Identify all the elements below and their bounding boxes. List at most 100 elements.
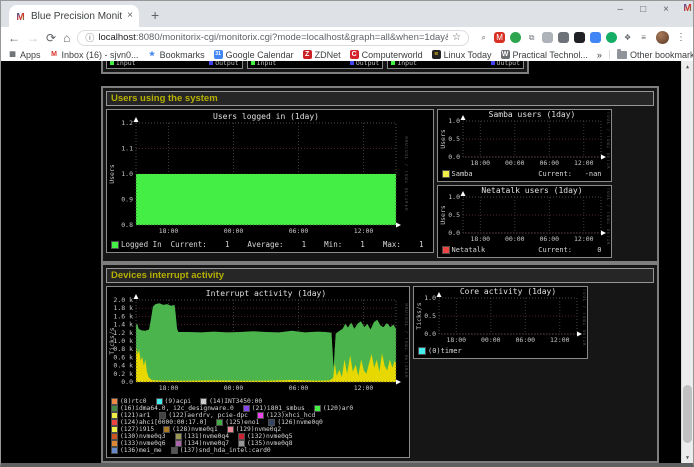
extension-icons: ⌕ M ⧉ ❖ ≡ bbox=[478, 32, 649, 43]
back-icon[interactable]: ← bbox=[8, 32, 20, 44]
bookmark-item[interactable]: MInbox (16) - sjvn0... bbox=[50, 50, 139, 60]
legend-item: (136)mei_me bbox=[112, 447, 162, 454]
bookmark-star-icon[interactable]: ☆ bbox=[452, 32, 461, 43]
url-text[interactable]: localhost:8080/monitorix-cgi/monitorix.c… bbox=[98, 32, 448, 43]
svg-text:00:00: 00:00 bbox=[481, 336, 501, 344]
other-bookmarks-button[interactable]: Other bookmarks bbox=[617, 50, 693, 60]
svg-text:1.0: 1.0 bbox=[448, 117, 460, 125]
legend-item: (124)ahci[0000:00:17.0] bbox=[112, 419, 207, 426]
globe-extension-icon[interactable] bbox=[510, 32, 521, 43]
svg-text:06:00: 06:00 bbox=[539, 159, 559, 167]
gmail-extension-icon[interactable]: M bbox=[494, 32, 505, 43]
minimize-button[interactable]: – bbox=[618, 4, 624, 15]
legend-item: Netatalk bbox=[443, 246, 486, 254]
tab-close-icon[interactable]: × bbox=[127, 11, 133, 21]
interrupt-activity-graph[interactable]: 2.0 k1.8 k1.6 k1.4 k1.2 k1.0 k0.8 k0.6 k… bbox=[106, 286, 410, 458]
samba-graph-legend: SambaCurrent: -nan bbox=[439, 169, 610, 180]
site-info-icon[interactable]: ⓘ bbox=[85, 31, 94, 44]
browser-tab[interactable]: M Blue Precision Monitorix × bbox=[9, 5, 139, 27]
bookmark-item[interactable]: CComputerworld bbox=[350, 50, 423, 60]
forward-icon[interactable]: → bbox=[27, 32, 39, 44]
svg-text:0.8 k: 0.8 k bbox=[113, 345, 133, 353]
calendar-icon: 31 bbox=[214, 50, 223, 59]
page-scrollbar[interactable]: ▲ ▼ bbox=[681, 61, 693, 463]
core-activity-graph[interactable]: 0.00.51.018:0000:0006:0012:00Core activi… bbox=[413, 286, 588, 359]
home-icon[interactable]: ⌂ bbox=[63, 32, 70, 44]
section-interrupts: Devices interrupt activity 2.0 k1.8 k1.6… bbox=[101, 263, 659, 463]
netatalk-users-graph[interactable]: 0.00.51.018:0000:0006:0012:00Netatalk us… bbox=[437, 185, 612, 258]
svg-text:RRDTOOL / TOBI OETIKER: RRDTOOL / TOBI OETIKER bbox=[404, 137, 408, 212]
users-logged-in-graph[interactable]: 0.80.91.01.11.218:0000:0006:0012:00Users… bbox=[106, 109, 434, 253]
close-button[interactable]: × bbox=[663, 4, 669, 15]
svg-text:12:00: 12:00 bbox=[574, 159, 594, 167]
copy-extension-icon[interactable]: ⧉ bbox=[526, 32, 537, 43]
svg-text:1.0: 1.0 bbox=[424, 294, 436, 302]
interrupt-graph-legend: (8)rtc0(9)acpi(14)INT3450:00(16)idma64.0… bbox=[108, 396, 408, 456]
svg-text:2.0 k: 2.0 k bbox=[113, 296, 133, 304]
bookmark-item[interactable]: ▦Apps bbox=[8, 50, 41, 60]
grey-extension-icon[interactable] bbox=[542, 32, 553, 43]
puzzle-extensions-icon[interactable]: ❖ bbox=[622, 32, 633, 43]
svg-text:0.4 k: 0.4 k bbox=[113, 362, 133, 370]
svg-text:M: M bbox=[16, 12, 24, 22]
svg-text:0.8: 0.8 bbox=[121, 221, 133, 229]
section-title: Devices interrupt activity bbox=[106, 268, 654, 283]
tab-title: Blue Precision Monitorix bbox=[31, 11, 122, 22]
svg-text:Ticks/s: Ticks/s bbox=[108, 327, 116, 354]
svg-text:RRDTOOL / TOBI OETIKER: RRDTOOL / TOBI OETIKER bbox=[606, 187, 610, 245]
svg-text:12:00: 12:00 bbox=[574, 235, 594, 243]
svg-text:0.5: 0.5 bbox=[448, 135, 460, 143]
legend-item: (127)i915 bbox=[112, 426, 154, 433]
svg-text:00:00: 00:00 bbox=[505, 159, 525, 167]
monitorix-corner-logo-icon: M bbox=[682, 2, 693, 13]
network-graph-cutoff[interactable]: InputOutput bbox=[106, 61, 243, 69]
zdnet-icon: Z bbox=[303, 50, 312, 59]
list-extension-icon[interactable]: ≡ bbox=[638, 32, 649, 43]
network-graph-cutoff[interactable]: InputOutput bbox=[387, 61, 524, 69]
green-circle-extension-icon[interactable] bbox=[606, 32, 617, 43]
browser-window: M Blue Precision Monitorix × + – □ × M ←… bbox=[0, 0, 694, 467]
legend-item: (122)aerdrv, pcie-dpc bbox=[160, 412, 248, 419]
bookmark-item[interactable]: 31Google Calendar bbox=[214, 50, 294, 60]
legend-item: (130)nvme0q3 bbox=[112, 433, 166, 440]
bookmarks-overflow-chevron[interactable]: » bbox=[597, 50, 602, 60]
network-graph-cutoff[interactable]: InputOutput bbox=[247, 61, 384, 69]
scroll-up-icon[interactable]: ▲ bbox=[682, 61, 693, 72]
samba-users-graph[interactable]: 0.00.51.018:0000:0006:0012:00Samba users… bbox=[437, 109, 612, 182]
svg-text:18:00: 18:00 bbox=[159, 227, 179, 235]
legend-item: (134)nvme0q7 bbox=[176, 440, 230, 447]
svg-text:0.6 k: 0.6 k bbox=[113, 353, 133, 361]
profile-avatar[interactable] bbox=[656, 31, 669, 44]
bookmark-item[interactable]: ≡Linux Today bbox=[432, 50, 492, 60]
maximize-button[interactable]: □ bbox=[640, 4, 646, 15]
apps-grid-icon: ▦ bbox=[8, 50, 17, 59]
svg-text:1.2 k: 1.2 k bbox=[113, 329, 133, 337]
address-bar[interactable]: ⓘ localhost:8080/monitorix-cgi/monitorix… bbox=[77, 30, 469, 46]
linuxtoday-icon: ≡ bbox=[432, 50, 441, 59]
blue-extension-icon[interactable] bbox=[590, 32, 601, 43]
svg-text:1.8 k: 1.8 k bbox=[113, 304, 133, 312]
browser-toolbar: ← → ⟳ ⌂ ⓘ localhost:8080/monitorix-cgi/m… bbox=[1, 27, 693, 48]
svg-text:06:00: 06:00 bbox=[516, 336, 536, 344]
browser-menu-icon[interactable]: ⋮ bbox=[676, 32, 686, 43]
tab-strip: M Blue Precision Monitorix × + – □ × M bbox=[1, 1, 693, 27]
svg-text:12:00: 12:00 bbox=[550, 336, 570, 344]
svg-text:RRDTOOL / TOBI OETIKER: RRDTOOL / TOBI OETIKER bbox=[404, 304, 408, 379]
bookmark-item[interactable]: WPractical Technol... bbox=[501, 50, 588, 60]
legend-item: (129)nvme0q2 bbox=[228, 426, 282, 433]
black-extension-icon[interactable] bbox=[574, 32, 585, 43]
new-tab-button[interactable]: + bbox=[151, 7, 159, 23]
bookmark-item[interactable]: ZZDNet bbox=[303, 50, 341, 60]
folder-icon bbox=[617, 51, 627, 59]
svg-text:06:00: 06:00 bbox=[539, 235, 559, 243]
svg-text:18:00: 18:00 bbox=[470, 235, 490, 243]
svg-text:Users logged in (1day): Users logged in (1day) bbox=[213, 112, 319, 121]
svg-text:RRDTOOL / TOBI OETIKER: RRDTOOL / TOBI OETIKER bbox=[606, 111, 610, 169]
scroll-down-icon[interactable]: ▼ bbox=[682, 452, 693, 463]
svg-text:06:00: 06:00 bbox=[289, 384, 309, 392]
reload-icon[interactable]: ⟳ bbox=[46, 32, 56, 44]
dark-extension-icon[interactable] bbox=[558, 32, 569, 43]
search-icon[interactable]: ⌕ bbox=[478, 32, 489, 43]
scrollbar-thumb[interactable] bbox=[683, 385, 692, 443]
bookmark-item[interactable]: ★Bookmarks bbox=[148, 50, 205, 60]
